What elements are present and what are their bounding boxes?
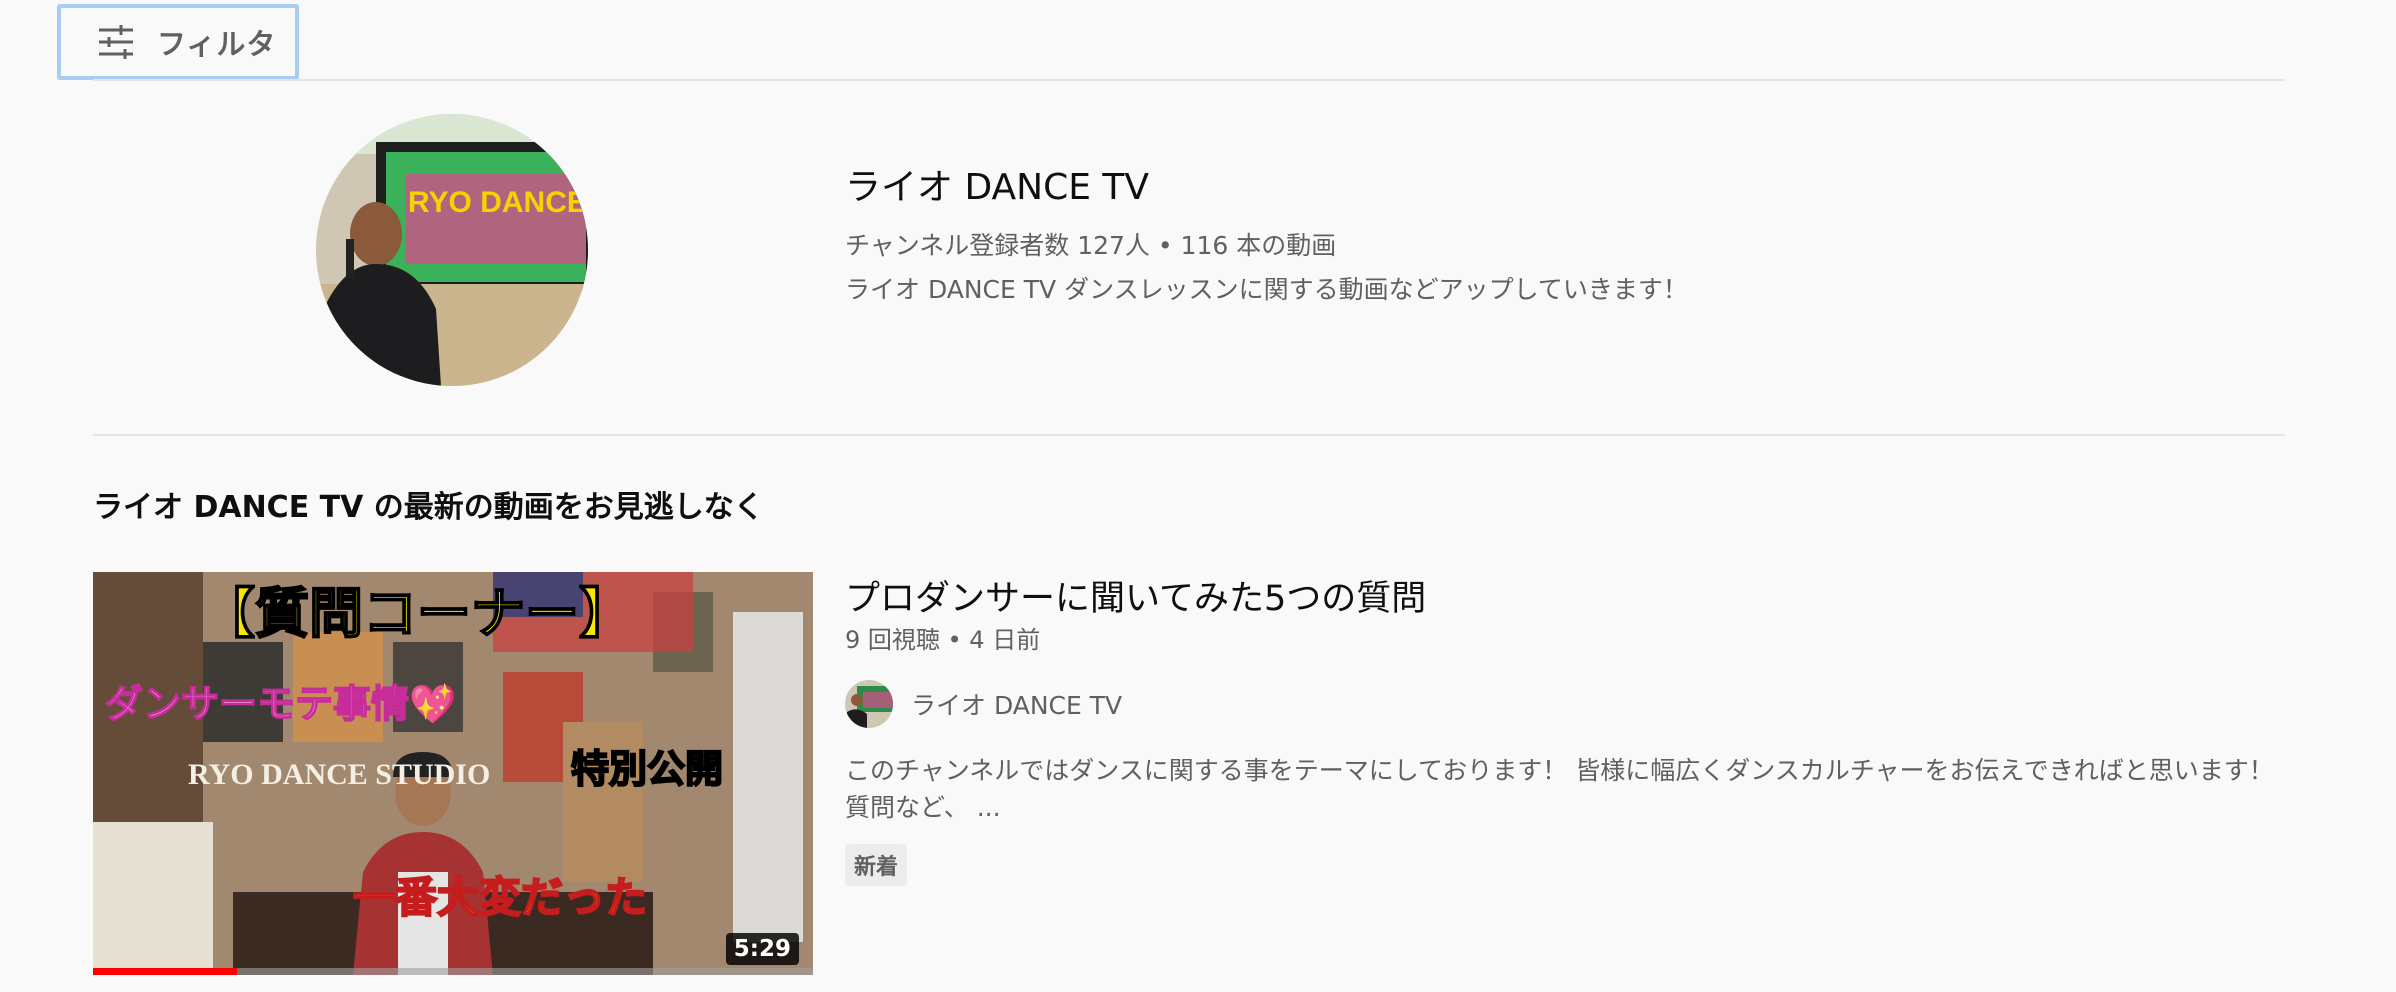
- thumb-headline: 【質問コーナー】: [201, 584, 633, 644]
- filter-label: フィルタ: [157, 27, 277, 61]
- channel-avatar[interactable]: RYO DANCE STUDIO: [316, 114, 588, 386]
- video-channel[interactable]: ライオ DANCE TV: [845, 680, 1122, 728]
- sliders-icon: [97, 24, 135, 60]
- channel-meta: チャンネル登録者数 127人 • 116 本の動画: [845, 231, 1337, 260]
- video-meta: 9 回視聴 • 4 日前: [845, 626, 1041, 654]
- divider: [93, 79, 2285, 81]
- video-description: このチャンネルではダンスに関する事をテーマにしております！ 皆様に幅広くダンスカ…: [845, 756, 2274, 822]
- video-channel-name[interactable]: ライオ DANCE TV: [911, 686, 1122, 722]
- avatar-studio-text: RYO DANCE STUDIO: [408, 186, 588, 219]
- watch-progress-fill: [93, 968, 237, 975]
- channel-description: ライオ DANCE TV ダンスレッスンに関する動画などアップしていきます！: [845, 275, 1688, 304]
- watch-progress-track: [93, 968, 813, 975]
- video-thumbnail[interactable]: 【質問コーナー】 ダンサーモテ事情💖 特別公開 一番大変だった RYO DANC…: [93, 572, 813, 975]
- thumb-right-text: 特別公開: [571, 749, 723, 791]
- thumb-studio-text: RYO DANCE STUDIO: [188, 758, 490, 791]
- page: フィルタ RYO DANCE STUDIO ライオ DANCE TV チャンネル…: [0, 0, 2396, 992]
- video-title[interactable]: プロダンサーに聞いてみた5つの質問: [845, 570, 1426, 621]
- video-channel-avatar[interactable]: [845, 680, 893, 728]
- new-badge: 新着: [845, 844, 908, 886]
- section-title: ライオ DANCE TV の最新の動画をお見逃しなく: [93, 490, 764, 525]
- filter-button[interactable]: フィルタ: [57, 4, 299, 80]
- thumb-bottom-text: 一番大変だった: [353, 874, 647, 921]
- divider: [93, 434, 2285, 436]
- video-duration: 5:29: [725, 933, 799, 965]
- channel-name[interactable]: ライオ DANCE TV: [845, 158, 1149, 210]
- thumb-left-text: ダンサーモテ事情💖: [105, 682, 457, 726]
